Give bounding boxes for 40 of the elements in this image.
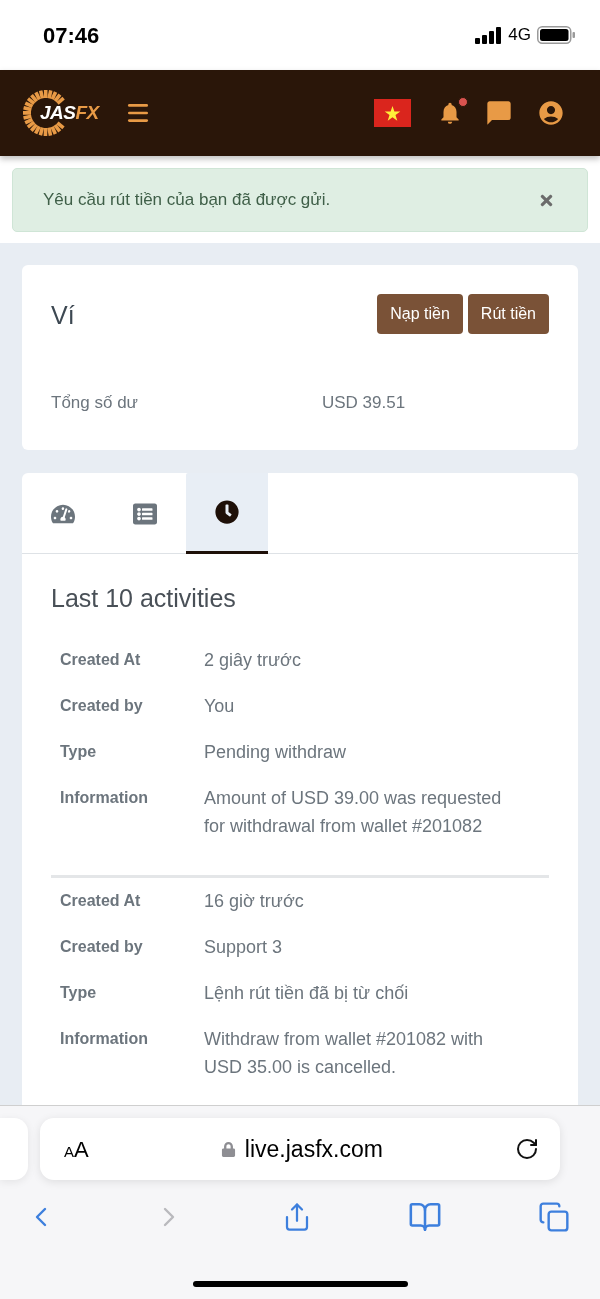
field-value: Pending withdraw (204, 741, 347, 764)
field-value: You (204, 695, 235, 718)
wallet-title: Ví (51, 300, 75, 331)
address-bar[interactable]: AA live.jasfx.com (40, 1118, 560, 1180)
balance-value: USD 39.51 (322, 391, 406, 414)
chat-icon[interactable] (485, 99, 513, 127)
alert-message: Yêu cầu rút tiền của bạn đã được gửi. (43, 189, 331, 212)
field-value: 16 giờ trước (204, 890, 304, 913)
field-value: Support 3 (204, 936, 283, 959)
field-label: Information (60, 788, 149, 808)
clock-icon (215, 500, 239, 524)
field-label: Information (60, 1029, 149, 1049)
wallet-action-button[interactable]: Nạp tiền (377, 294, 463, 334)
section-title: Last 10 activities (51, 583, 237, 613)
field-label: Created by (60, 937, 144, 957)
list-icon (133, 501, 157, 526)
overlapping-squares-icon[interactable] (538, 1201, 570, 1233)
field-label: Created At (60, 891, 142, 911)
field-label: Created At (60, 650, 142, 670)
field-label: Created by (60, 696, 144, 716)
text-size-button[interactable]: AA (64, 1132, 89, 1166)
field-value: Amount of USD 39.00 was requested for withdrawal from wallet #201082 (204, 787, 503, 838)
field-label: Type (60, 742, 98, 762)
network-label: 4G (508, 24, 531, 47)
balance-label: Tổng số dư (51, 391, 139, 414)
signal-icon (475, 26, 503, 44)
book-icon[interactable] (407, 1200, 442, 1234)
status-time: 07:46 (43, 21, 100, 50)
url-text: live.jasfx.com (244, 1134, 383, 1164)
user-icon[interactable] (537, 99, 565, 127)
logo-text: JASFX (40, 100, 99, 125)
reload-icon[interactable] (515, 1137, 539, 1161)
tab[interactable] (186, 473, 268, 554)
field-value: Lệnh rút tiền đã bị từ chối (204, 982, 409, 1005)
field-value: Withdraw from wallet #201082 with USD 35.00 is cancelled. (204, 1028, 485, 1079)
flag-icon[interactable] (374, 99, 411, 127)
battery-icon (537, 26, 575, 44)
field-value: 2 giây trước (204, 649, 301, 672)
field-label: Type (60, 983, 98, 1003)
wallet-action-button[interactable]: Rút tiền (467, 294, 549, 334)
